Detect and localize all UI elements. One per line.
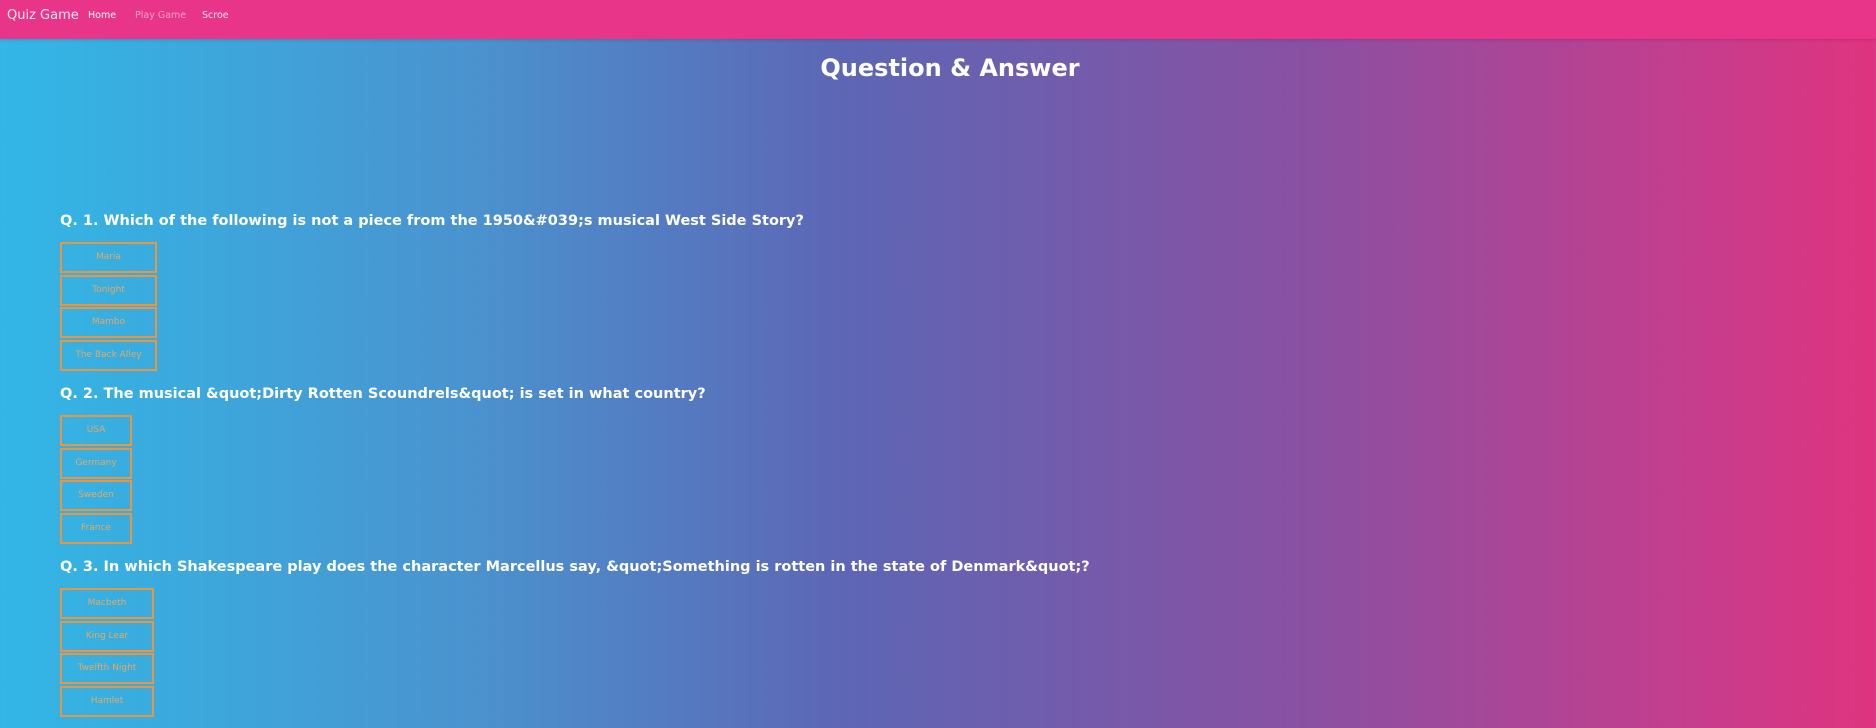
answer-option-button[interactable]: King Lear xyxy=(60,620,154,652)
nav-link-home[interactable]: Home xyxy=(88,10,116,21)
answer-option-button[interactable]: Hamlet xyxy=(60,685,154,717)
question-3-options: Macbeth King Lear Twelfth Night Hamlet xyxy=(60,588,154,718)
navbar: Quiz Game Home Play Game Scroe xyxy=(0,0,1876,39)
answer-option-button[interactable]: The Back Alley xyxy=(60,339,157,371)
nav-link-score[interactable]: Scroe xyxy=(202,10,229,21)
brand-link[interactable]: Quiz Game xyxy=(7,8,79,23)
answer-option-button[interactable]: Macbeth xyxy=(60,588,154,619)
question-2-text: Q. 2. The musical &quot;Dirty Rotten Sco… xyxy=(60,386,706,402)
answer-option-button[interactable]: Mambo xyxy=(60,307,157,338)
question-2-options: USA Germany Sweden France xyxy=(60,415,132,545)
answer-option-button[interactable]: USA xyxy=(60,415,132,446)
answer-option-button[interactable]: France xyxy=(60,512,132,544)
answer-option-button[interactable]: Germany xyxy=(60,447,132,479)
answer-option-button[interactable]: Twelfth Night xyxy=(60,653,154,684)
page-title: Question & Answer xyxy=(820,54,1080,82)
question-3-text: Q. 3. In which Shakespeare play does the… xyxy=(60,559,1090,575)
question-1-options: Maria Tonight Mambo The Back Alley xyxy=(60,242,157,372)
answer-option-button[interactable]: Sweden xyxy=(60,480,132,511)
question-1-text: Q. 1. Which of the following is not a pi… xyxy=(60,213,804,229)
answer-option-button[interactable]: Tonight xyxy=(60,274,157,306)
answer-option-button[interactable]: Maria xyxy=(60,242,157,273)
nav-link-play-game[interactable]: Play Game xyxy=(135,10,186,21)
